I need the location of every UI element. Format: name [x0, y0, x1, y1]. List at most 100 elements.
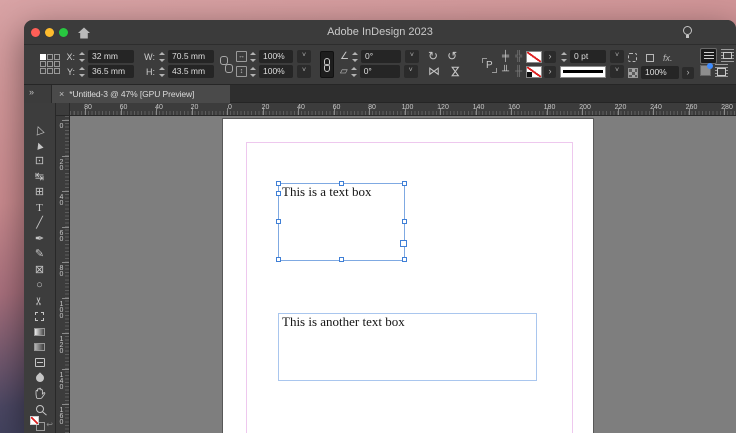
pencil-tool[interactable]: ✎ — [24, 248, 55, 260]
corner-options-icon[interactable] — [628, 53, 637, 62]
h-ruler-label: 160 — [508, 104, 520, 111]
x-field[interactable]: 32 mm — [88, 50, 134, 63]
handle-bottom-center[interactable] — [339, 257, 344, 262]
zoom-tool[interactable] — [24, 403, 55, 415]
minimize-window-button[interactable] — [45, 28, 54, 37]
distribute-horizontal-icon[interactable]: ╪ — [502, 50, 509, 63]
corner-shape-icon[interactable] — [646, 54, 654, 62]
drop-shadow-icon[interactable] — [700, 65, 711, 76]
h-field[interactable]: 43.5 mm — [168, 65, 214, 78]
shear-stepper[interactable] — [350, 66, 358, 78]
rectangle-frame-tool[interactable]: ⊠ — [24, 264, 55, 276]
shear-field[interactable]: 0° — [360, 65, 400, 78]
constrain-scale-link-icon[interactable] — [320, 51, 334, 78]
scale-x-dropdown-icon[interactable]: ˅ — [297, 50, 311, 63]
y-field[interactable]: 36.5 mm — [88, 65, 134, 78]
stroke-weight-dropdown-icon[interactable]: ˅ — [610, 50, 624, 63]
horizontal-ruler[interactable]: 8060402002040608010012014016018020022024… — [56, 103, 736, 116]
scale-x-field[interactable]: 100% — [259, 50, 293, 63]
reference-point-proxy[interactable] — [40, 54, 60, 74]
stroke-weight-field[interactable]: 0 pt — [570, 50, 606, 63]
opacity-field[interactable]: 100% — [641, 66, 679, 79]
w-stepper[interactable] — [158, 51, 166, 63]
line-tool[interactable]: ╱ — [24, 217, 55, 229]
fill-stroke-swatches[interactable]: ↩ — [29, 416, 53, 431]
tools-panel-collapse-button[interactable]: » — [24, 85, 52, 103]
handle-bottom-right[interactable] — [402, 257, 407, 262]
vertical-ruler[interactable]: 020406080100120140160 — [56, 116, 70, 433]
wrap-around-bounding-box-icon[interactable] — [721, 49, 734, 62]
free-transform-tool[interactable] — [24, 310, 55, 322]
gradient-feather-tool[interactable] — [24, 341, 55, 353]
content-collector-tool[interactable]: ⊞ — [24, 186, 55, 198]
fill-color-swatch[interactable] — [526, 51, 542, 63]
no-text-wrap-icon[interactable] — [700, 48, 717, 64]
direct-selection-tool[interactable]: ▲ — [24, 140, 55, 152]
eyedropper-tool[interactable] — [24, 372, 55, 384]
text-in-port[interactable] — [276, 191, 281, 196]
y-stepper[interactable] — [78, 66, 86, 78]
stroke-type-preview[interactable] — [560, 66, 606, 78]
scale-y-field[interactable]: 100% — [259, 65, 293, 78]
hand-tool[interactable] — [24, 388, 55, 400]
handle-bottom-left[interactable] — [276, 257, 281, 262]
fill-flyout-icon[interactable]: › — [544, 51, 556, 63]
shear-dropdown-icon[interactable]: ˅ — [404, 65, 418, 78]
x-stepper[interactable] — [78, 51, 86, 63]
stroke-weight-stepper[interactable] — [560, 51, 568, 63]
flip-horizontal-icon[interactable]: ⋈ — [428, 65, 440, 78]
tab-title: *Untitled-3 @ 47% [GPU Preview] — [69, 89, 194, 99]
handle-middle-right[interactable] — [402, 219, 407, 224]
window-titlebar[interactable]: Adobe InDesign 2023 — [24, 20, 736, 45]
type-tool[interactable]: T — [24, 202, 55, 214]
distribute-vertical-icon[interactable]: ╨ — [502, 65, 509, 78]
tab-close-icon[interactable]: × — [59, 89, 64, 99]
scissors-tool[interactable]: ✂ — [24, 295, 55, 307]
swap-fill-stroke-icon[interactable]: ↩ — [46, 420, 53, 429]
text-frame-2[interactable]: This is another text box — [278, 313, 537, 381]
handle-top-center[interactable] — [339, 181, 344, 186]
shape-tool[interactable]: ○ — [24, 279, 55, 291]
document-page[interactable]: This is another text box This is a text … — [223, 119, 593, 433]
text-frame-1[interactable]: This is a text box — [278, 183, 405, 261]
select-container-icon[interactable]: P — [482, 58, 497, 73]
w-field[interactable]: 70.5 mm — [168, 50, 214, 63]
opacity-flyout-icon[interactable]: › — [682, 67, 694, 79]
scale-x-stepper[interactable] — [249, 51, 257, 63]
stroke-type-dropdown-icon[interactable]: ˅ — [610, 65, 624, 78]
document-tab[interactable]: × *Untitled-3 @ 47% [GPU Preview] — [52, 85, 230, 103]
ruler-origin-corner[interactable] — [56, 103, 70, 116]
tab-bar: » × *Untitled-3 @ 47% [GPU Preview] — [24, 85, 736, 103]
handle-middle-left[interactable] — [276, 219, 281, 224]
text-out-port[interactable] — [400, 240, 407, 247]
lightbulb-icon[interactable] — [683, 26, 692, 35]
opacity-icon — [628, 68, 638, 78]
selection-tool[interactable]: △ — [24, 124, 55, 136]
pen-tool[interactable]: ✒ — [24, 233, 55, 245]
rotate-counterclockwise-icon[interactable]: ↺ — [447, 50, 457, 63]
page-tool[interactable]: ⊡ — [24, 155, 55, 167]
rotation-stepper[interactable] — [351, 51, 359, 63]
handle-top-right[interactable] — [402, 181, 407, 186]
scale-y-dropdown-icon[interactable]: ˅ — [297, 65, 311, 78]
rotate-clockwise-icon[interactable]: ↻ — [428, 50, 438, 63]
rotation-field[interactable]: 0° — [361, 50, 401, 63]
fullscreen-window-button[interactable] — [59, 28, 68, 37]
jump-object-wrap-icon[interactable] — [715, 64, 728, 77]
scale-y-stepper[interactable] — [249, 66, 257, 78]
home-icon[interactable] — [77, 26, 91, 44]
close-window-button[interactable] — [31, 28, 40, 37]
rotation-dropdown-icon[interactable]: ˅ — [405, 50, 419, 63]
gradient-swatch-tool[interactable] — [24, 326, 55, 338]
gap-tool[interactable]: ↹ — [24, 171, 55, 183]
effects-icon[interactable]: fx. — [663, 53, 673, 63]
stroke-color-swatch[interactable] — [526, 66, 542, 78]
text-frame-2-text: This is another text box — [279, 314, 536, 329]
note-tool[interactable] — [24, 357, 55, 369]
handle-top-left[interactable] — [276, 181, 281, 186]
mini-fill-swatch[interactable] — [30, 416, 39, 425]
flip-vertical-icon[interactable]: ⋈ — [449, 66, 462, 78]
canvas-pasteboard[interactable]: This is another text box This is a text … — [70, 116, 736, 433]
stroke-flyout-icon[interactable]: › — [544, 66, 556, 78]
h-stepper[interactable] — [158, 66, 166, 78]
